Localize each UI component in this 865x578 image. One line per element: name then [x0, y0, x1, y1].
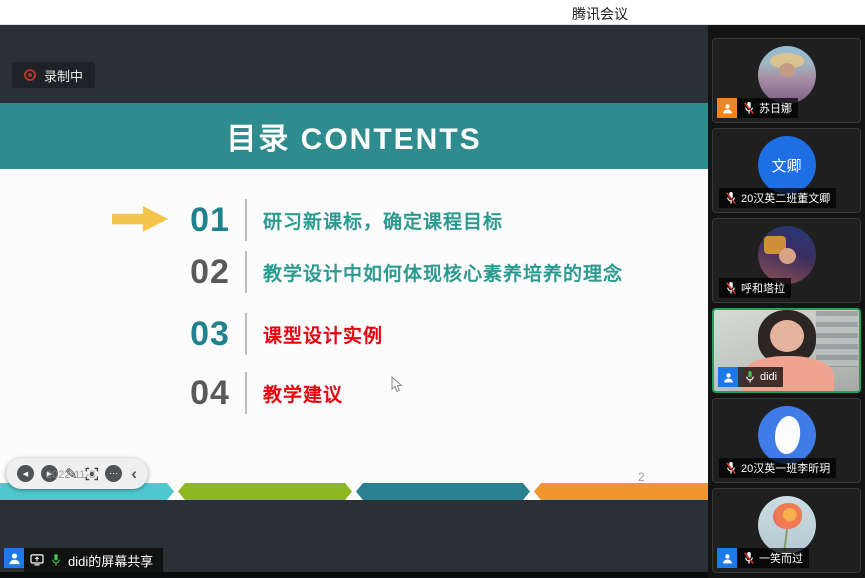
mic-muted-icon [725, 281, 737, 295]
divider [245, 199, 247, 241]
avatar [758, 496, 816, 554]
person-icon [717, 548, 737, 568]
more-options-button[interactable]: ⋯ [105, 465, 122, 482]
toc-item-3: 03 课型设计实例 [185, 312, 383, 356]
nameplate: 一笑而过 [717, 548, 809, 568]
toc-item-text: 教学设计中如何体现核心素养培养的理念 [263, 259, 623, 286]
slide-page-number: 2 [638, 470, 645, 484]
participant-name: 20汉英二班董文卿 [741, 190, 830, 206]
divider [245, 372, 247, 414]
footer-bar-green [178, 483, 352, 500]
footer-bar-orange [534, 483, 708, 500]
recording-indicator[interactable]: 录制中 [12, 62, 95, 88]
toc-item-text: 课型设计实例 [263, 321, 383, 348]
toc-item-number: 01 [185, 201, 235, 240]
screen-share-plate: didi的屏幕共享 [24, 548, 163, 572]
mic-muted-icon [725, 461, 737, 475]
toc-item-text: 研习新课标，确定课程目标 [263, 207, 503, 234]
current-item-arrow-icon [112, 206, 168, 232]
toc-item-number: 03 [185, 315, 235, 354]
toc-item-text: 教学建议 [263, 380, 343, 407]
presenter-avatar-icon [4, 548, 24, 568]
participant-tile[interactable]: 呼和塔拉 [712, 218, 861, 303]
annotation-toolbar: ◀ ▶ ✎ ⋯ ‹ 2022-11-3 [6, 458, 148, 489]
recording-label: 录制中 [44, 66, 83, 85]
next-slide-button[interactable]: ▶ [41, 465, 58, 482]
slide-header: 目录 CONTENTS [0, 103, 708, 169]
nameplate: didi [718, 367, 783, 387]
participants-sidebar[interactable]: 苏日娜 文卿 20汉英二班董文卿 [708, 25, 865, 578]
participant-name: 苏日娜 [759, 100, 792, 116]
nameplate: 20汉英二班董文卿 [719, 188, 836, 208]
screen-share-region: 录制中 目录 CONTENTS 01 研习新课标，确定课程目标 02 教学设计中… [0, 25, 708, 578]
participant-tile[interactable]: 一笑而过 [712, 488, 861, 573]
laser-pointer-icon[interactable] [85, 466, 99, 482]
mic-muted-icon [725, 191, 737, 205]
meeting-window: 腾讯会议 录制中 目录 CONTENTS 01 研习新课标，确定课程目标 02 … [0, 0, 865, 578]
participant-tile-active-speaker[interactable]: didi [712, 308, 861, 393]
toc-item-number: 04 [185, 374, 235, 413]
titlebar: 腾讯会议 [0, 0, 865, 25]
divider [245, 251, 247, 293]
divider [245, 313, 247, 355]
record-icon [24, 69, 36, 81]
avatar [758, 46, 816, 104]
participant-tile[interactable]: 文卿 20汉英二班董文卿 [712, 128, 861, 213]
toc-item-1: 01 研习新课标，确定课程目标 [185, 198, 503, 242]
avatar-initials: 文卿 [771, 155, 801, 176]
screen-share-label: didi的屏幕共享 [68, 551, 153, 570]
participant-name: 一笑而过 [759, 550, 803, 566]
avatar [758, 406, 816, 464]
slide-title: 目录 CONTENTS [226, 114, 481, 158]
participant-name: 20汉英一班李昕玥 [741, 460, 830, 476]
participant-name: didi [760, 371, 777, 383]
participant-tile[interactable]: 20汉英一班李昕玥 [712, 398, 861, 483]
nameplate: 呼和塔拉 [719, 278, 791, 298]
toc-item-4: 04 教学建议 [185, 371, 343, 415]
toc-item-number: 02 [185, 253, 235, 292]
collapse-toolbar-icon[interactable]: ‹ [131, 465, 137, 482]
footer-bar-teal [356, 483, 530, 500]
avatar [758, 226, 816, 284]
video-background [816, 311, 858, 367]
previous-slide-button[interactable]: ◀ [17, 465, 34, 482]
nameplate: 苏日娜 [717, 98, 798, 118]
window-title: 腾讯会议 [572, 4, 628, 24]
presentation-slide: 目录 CONTENTS 01 研习新课标，确定课程目标 02 教学设计中如何体现… [0, 103, 708, 500]
mouse-cursor [390, 376, 404, 394]
nameplate: 20汉英一班李昕玥 [719, 458, 836, 478]
pen-icon[interactable]: ✎ [65, 465, 78, 483]
toc-item-2: 02 教学设计中如何体现核心素养培养的理念 [185, 250, 623, 294]
bottom-strip [0, 572, 708, 578]
avatar: 文卿 [758, 136, 816, 194]
participant-tile[interactable]: 苏日娜 [712, 38, 861, 123]
mic-muted-icon [743, 101, 755, 115]
screen-share-status: didi的屏幕共享 [4, 548, 163, 572]
presenter-person-icon [718, 367, 738, 387]
screen-share-icon [30, 554, 44, 566]
mic-on-icon [744, 370, 756, 384]
mic-on-icon [50, 553, 62, 567]
mic-muted-icon [743, 551, 755, 565]
participant-name: 呼和塔拉 [741, 280, 785, 296]
host-person-icon [717, 98, 737, 118]
